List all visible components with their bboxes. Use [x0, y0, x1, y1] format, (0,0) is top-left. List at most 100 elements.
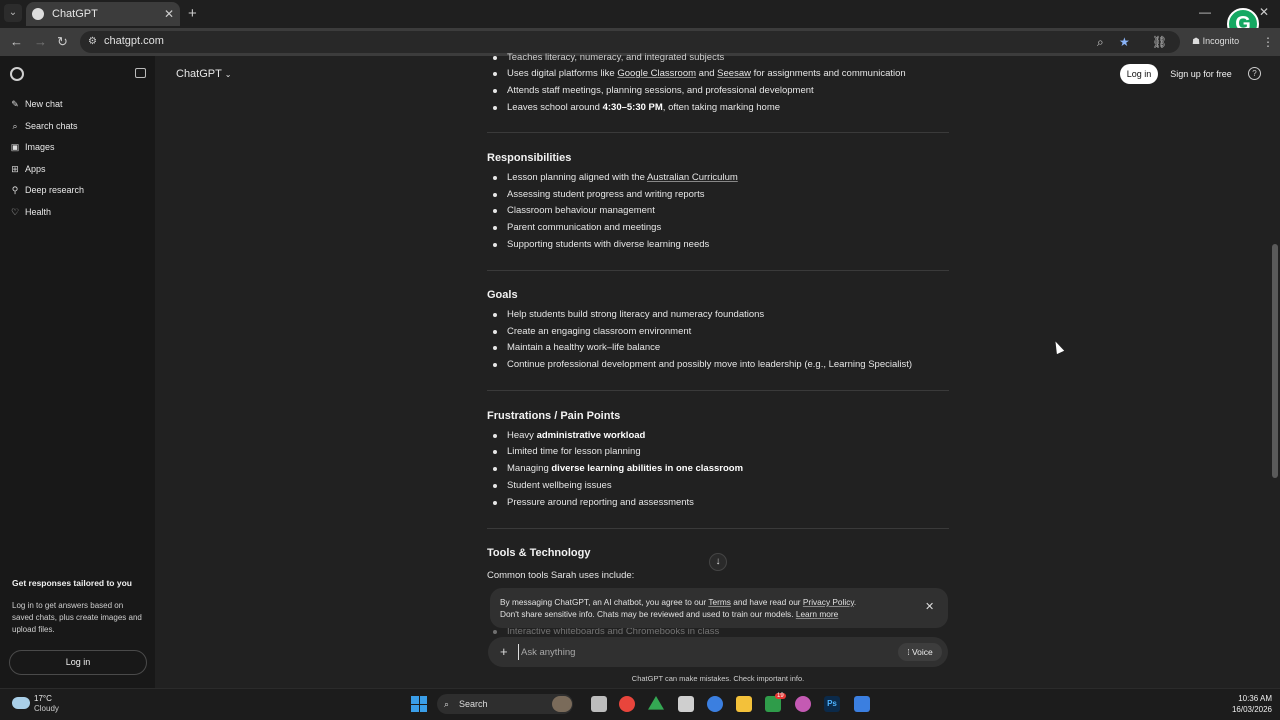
scroll-to-bottom-icon[interactable]: ↓: [709, 553, 727, 571]
apps-icon: ⊞: [11, 163, 19, 174]
minimize-icon[interactable]: —: [1199, 5, 1211, 19]
windows-start-icon[interactable]: [411, 696, 427, 712]
url-field[interactable]: [80, 31, 1180, 53]
attach-plus-icon[interactable]: +: [500, 644, 508, 659]
list-item: Heavy administrative workload: [507, 430, 646, 441]
sidebar-item-deep-research[interactable]: ⚲ Deep research: [10, 182, 84, 198]
widgets-icon[interactable]: [552, 696, 572, 712]
list-item: Teaches literacy, numeracy, and integrat…: [507, 52, 725, 63]
seesaw-link[interactable]: Seesaw: [717, 68, 751, 79]
chrome-icon[interactable]: [619, 696, 635, 712]
help-icon[interactable]: ?: [1248, 67, 1261, 80]
window-close-icon[interactable]: ✕: [1259, 5, 1269, 19]
notice-line-1: By messaging ChatGPT, an AI chatbot, you…: [500, 597, 857, 607]
promo-body: Log in to get answers based on saved cha…: [12, 601, 142, 634]
openai-logo-icon[interactable]: [10, 67, 24, 81]
url-text[interactable]: chatgpt.com: [104, 35, 164, 47]
bullet: [493, 363, 497, 367]
sidebar-item-health[interactable]: ♡ Health: [10, 204, 51, 220]
sidebar-item-label: Images: [25, 142, 55, 152]
section-heading-goals: Goals: [487, 289, 518, 301]
model-selector[interactable]: ChatGPT ⌄: [176, 68, 231, 80]
notice-close-icon[interactable]: ✕: [925, 600, 934, 613]
list-item: Attends staff meetings, planning session…: [507, 85, 814, 96]
site-info-icon[interactable]: ⚙: [88, 36, 97, 47]
sidebar-item-search-chats[interactable]: ⌕ Search chats: [10, 118, 77, 134]
composer: + ⁞ Voice: [488, 637, 948, 667]
divider: [487, 132, 949, 133]
list-item: Supporting students with diverse learnin…: [507, 239, 710, 250]
weather-temp[interactable]: 17°C: [34, 694, 52, 703]
sidebar-item-label: Deep research: [25, 185, 85, 195]
bullet: [493, 330, 497, 334]
section-heading-tools: Tools & Technology: [487, 547, 591, 559]
cloud-icon[interactable]: [12, 697, 30, 709]
photoshop-icon[interactable]: Ps: [824, 696, 840, 712]
mouse-cursor-icon: [1051, 339, 1065, 355]
search-icon: ⌕: [444, 699, 450, 709]
tab-close-icon[interactable]: ✕: [164, 7, 174, 21]
google-classroom-link[interactable]: Google Classroom: [617, 68, 696, 79]
privacy-policy-link[interactable]: Privacy Policy: [803, 597, 854, 607]
sidebar-login-button[interactable]: Log in: [9, 650, 147, 675]
new-tab-icon[interactable]: +: [188, 5, 197, 22]
bullet: [493, 313, 497, 317]
terms-link[interactable]: Terms: [708, 597, 731, 607]
signup-button[interactable]: Sign up for free: [1164, 64, 1238, 84]
list-item: Maintain a healthy work–life balance: [507, 342, 661, 353]
bullet: [493, 450, 497, 454]
bullet: [493, 209, 497, 213]
browser-tab[interactable]: ChatGPT ✕: [26, 2, 180, 26]
link-icon[interactable]: ⛓: [1152, 35, 1167, 49]
new-chat-icon: ✎: [11, 98, 19, 109]
bullet: [493, 346, 497, 350]
sidebar-toggle-icon[interactable]: [135, 68, 146, 78]
clock-date[interactable]: 16/03/2026: [1222, 705, 1272, 714]
bullet: [493, 89, 497, 93]
login-button[interactable]: Log in: [1120, 64, 1158, 84]
sidebar-item-apps[interactable]: ⊞ Apps: [10, 161, 46, 177]
copilot-icon[interactable]: [795, 696, 811, 712]
browser-menu-icon[interactable]: ⋮: [1262, 35, 1274, 49]
promo-title: Get responses tailored to you: [12, 578, 132, 588]
sidebar-item-label: Health: [25, 207, 52, 217]
sidebar-item-label: Apps: [25, 164, 46, 174]
file-explorer-icon[interactable]: [736, 696, 752, 712]
learn-more-link[interactable]: Learn more: [796, 609, 838, 619]
chevron-down-icon: ⌄: [224, 70, 232, 79]
list-item: Help students build strong literacy and …: [507, 309, 765, 320]
bullet: [493, 243, 497, 247]
tab-search-chevron-icon[interactable]: ⌄: [4, 4, 22, 22]
bullet: [493, 484, 497, 488]
search-icon: ⌕: [12, 120, 18, 131]
scrollbar-thumb[interactable]: [1272, 244, 1278, 478]
divider: [487, 270, 949, 271]
list-item: Uses digital platforms like Google Class…: [507, 68, 906, 79]
heart-icon: ♡: [10, 206, 20, 217]
reload-icon[interactable]: ↻: [57, 34, 68, 50]
taskbar: [0, 688, 1280, 720]
notification-badge: 19: [775, 693, 786, 699]
section-heading-frustrations: Frustrations / Pain Points: [487, 410, 621, 422]
zoom-icon[interactable]: ⌕: [1097, 35, 1104, 50]
word-icon[interactable]: [854, 696, 870, 712]
weather-condition[interactable]: Cloudy: [34, 704, 59, 713]
sidebar-item-new-chat[interactable]: ✎ New chat: [10, 96, 62, 112]
list-item: Limited time for lesson planning: [507, 446, 641, 457]
bullet: [493, 467, 497, 471]
australian-curriculum-link[interactable]: Australian Curriculum: [647, 172, 738, 183]
voice-button[interactable]: ⁞ Voice: [898, 643, 942, 661]
bullet: [493, 501, 497, 505]
incognito-indicator[interactable]: ☗ Incognito: [1192, 36, 1239, 47]
clock-time[interactable]: 10:36 AM: [1222, 694, 1272, 703]
task-view-icon[interactable]: [591, 696, 607, 712]
list-item: Continue professional development and po…: [507, 359, 913, 370]
forward-icon[interactable]: →: [34, 34, 47, 49]
sidebar-item-images[interactable]: ▣ Images: [10, 139, 55, 155]
notice-line-2: Don't share sensitive info. Chats may be…: [500, 609, 839, 619]
back-icon[interactable]: ←: [10, 34, 23, 49]
edge-icon[interactable]: [707, 696, 723, 712]
bookmark-star-icon[interactable]: ★: [1119, 35, 1130, 49]
calculator-icon[interactable]: [678, 696, 694, 712]
prompt-input[interactable]: [518, 644, 878, 660]
